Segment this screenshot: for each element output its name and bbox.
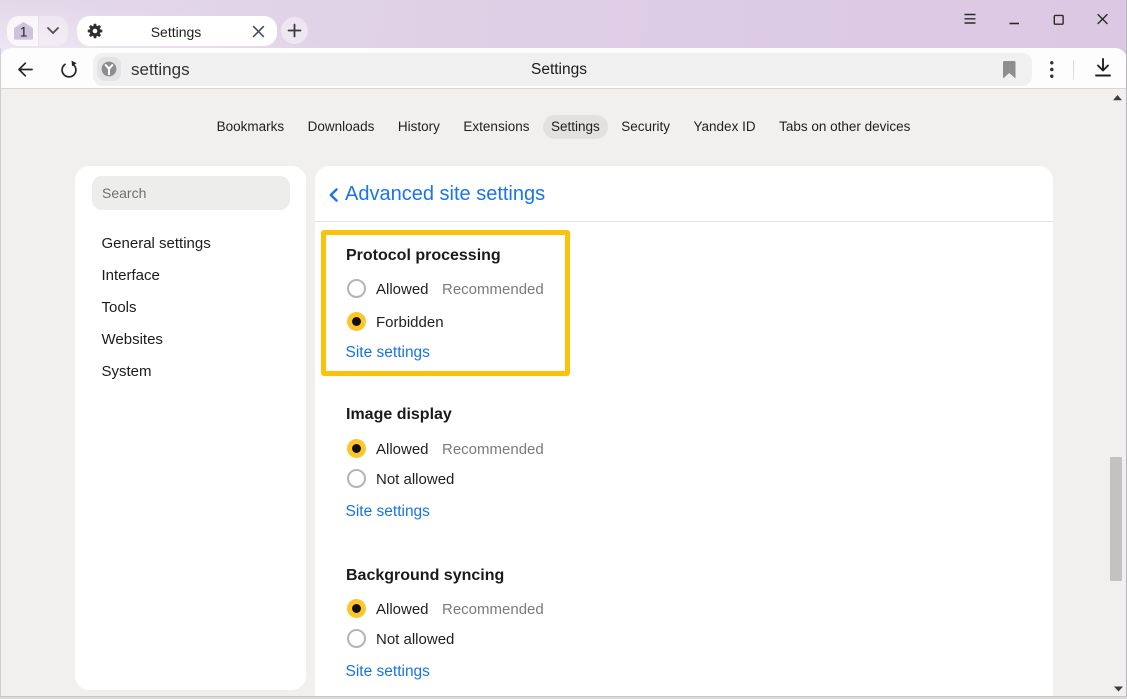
svg-text:1: 1 [20, 25, 28, 40]
